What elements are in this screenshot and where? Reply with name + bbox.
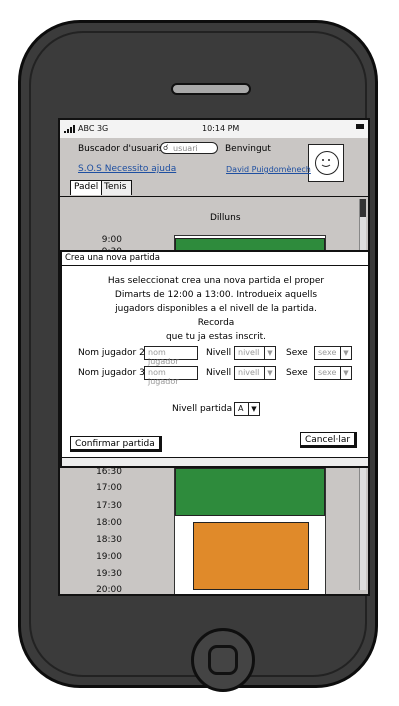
dropdown-arrow-icon: ▼ (340, 347, 351, 359)
app-header: Buscador d'usuaris ☌ usuari Benvingut S.… (60, 138, 368, 186)
message-line: Dimarts de 12:00 a 13:00. Introdueix aqu… (114, 290, 318, 300)
select-placeholder: sexe (318, 368, 337, 377)
court-column-bottom (174, 467, 326, 594)
select-placeholder: nivell (238, 368, 260, 377)
new-match-dialog: Crea una nova partida Has seleccionat cr… (60, 250, 370, 468)
message-line: jugadors disponibles a el nivell de la p… (115, 304, 317, 328)
home-button[interactable] (191, 628, 255, 692)
tab-tenis[interactable]: Tenis (100, 180, 132, 195)
message-line: Has seleccionat crea una nova partida el… (107, 276, 325, 286)
available-slot[interactable] (193, 522, 309, 590)
player3-level-select[interactable]: nivell ▼ (234, 366, 276, 380)
player3-label: Nom jugador 3 (78, 368, 145, 378)
booked-slot[interactable] (175, 468, 325, 516)
battery-icon (356, 124, 364, 129)
search-label: Buscador d'usuaris (78, 144, 164, 154)
time-label: 18:00 (96, 518, 122, 528)
dialog-footer (62, 457, 368, 466)
dropdown-arrow-icon: ▼ (340, 367, 351, 379)
player2-gender-select[interactable]: sexe ▼ (314, 346, 352, 360)
sos-help-link[interactable]: S.O.S Necessito ajuda (78, 164, 176, 174)
signal-icon (64, 125, 76, 135)
player3-input[interactable]: nom jugador (144, 366, 198, 386)
match-level-select[interactable]: A ▼ (234, 402, 260, 416)
player2-input[interactable]: nom jugador (144, 346, 198, 366)
status-bar: ABC 3G 10:14 PM (60, 120, 368, 139)
select-placeholder: sexe (318, 348, 337, 357)
player3-gender-select[interactable]: sexe ▼ (314, 366, 352, 380)
cancel-button[interactable]: Cancel·lar (300, 432, 358, 448)
carrier-label: ABC 3G (78, 124, 109, 133)
dropdown-arrow-icon: ▼ (248, 403, 259, 415)
scrollbar-thumb[interactable] (360, 199, 366, 217)
player2-label: Nom jugador 2 (78, 348, 145, 358)
dialog-title: Crea una nova partida (62, 252, 368, 266)
player2-gender-label: Sexe (286, 348, 308, 358)
time-label: 17:30 (96, 501, 122, 511)
smiley-icon (315, 151, 339, 175)
day-header: Dilluns (210, 213, 241, 223)
time-label: 19:00 (96, 552, 122, 562)
time-label: 17:00 (96, 483, 122, 493)
player2-level-label: Nivell (206, 348, 232, 358)
time-label: 9:00 (101, 235, 122, 245)
clock: 10:14 PM (202, 124, 240, 133)
match-level-value: A (238, 404, 244, 413)
avatar[interactable] (308, 144, 344, 182)
time-label: 18:30 (96, 535, 122, 545)
time-label: 20:00 (96, 585, 122, 595)
speaker-grille (171, 83, 251, 95)
player2-level-select[interactable]: nivell ▼ (234, 346, 276, 360)
dialog-message: Has seleccionat crea una nova partida el… (100, 274, 332, 344)
player3-level-label: Nivell (206, 368, 232, 378)
home-square-icon (208, 645, 238, 675)
dropdown-arrow-icon: ▼ (264, 347, 275, 359)
message-line: que tu ja estas inscrit. (165, 332, 267, 342)
select-placeholder: nivell (238, 348, 260, 357)
tab-padel[interactable]: Padel (70, 180, 102, 195)
welcome-label: Benvingut (225, 144, 271, 154)
player3-gender-label: Sexe (286, 368, 308, 378)
match-level-label: Nivell partida (172, 404, 233, 414)
user-search-input[interactable]: ☌ usuari (160, 142, 218, 154)
dropdown-arrow-icon: ▼ (264, 367, 275, 379)
confirm-match-button[interactable]: Confirmar partida (70, 436, 162, 452)
time-label: 16:30 (96, 467, 122, 477)
search-placeholder: usuari (173, 144, 198, 153)
time-label: 19:30 (96, 569, 122, 579)
user-profile-link[interactable]: David Puigdomènech (226, 165, 311, 174)
search-icon: ☌ (163, 143, 169, 152)
